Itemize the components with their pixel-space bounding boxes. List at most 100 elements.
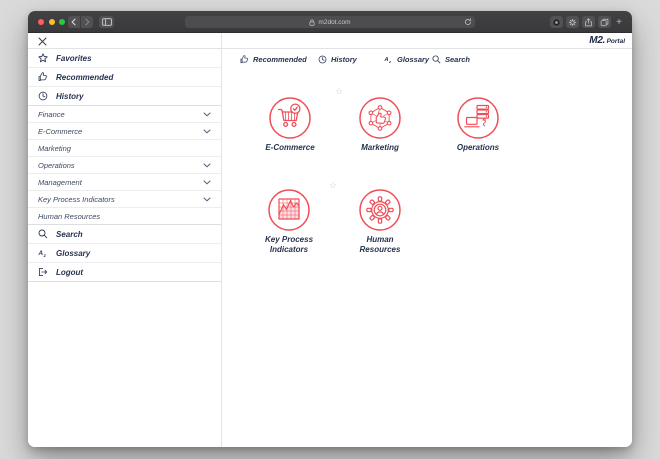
sidebar-item-human-resources[interactable]: Human Resources bbox=[28, 208, 221, 225]
clock-icon bbox=[38, 91, 48, 101]
tile-operations[interactable]: Operations bbox=[433, 96, 523, 153]
svg-text:z: z bbox=[388, 59, 391, 64]
sidebar-item-label: Management bbox=[38, 178, 82, 187]
tile-label: E-Commerce bbox=[255, 143, 325, 153]
chevron-left-icon bbox=[70, 18, 78, 26]
thumbs-up-icon bbox=[38, 72, 48, 82]
sidebar-item-label: Finance bbox=[38, 110, 65, 119]
sidebar-item-logout[interactable]: Logout bbox=[28, 263, 221, 282]
tab-history[interactable]: History bbox=[318, 53, 357, 65]
thumbs-up-icon bbox=[240, 55, 249, 64]
sidebar-item-search[interactable]: Search bbox=[28, 225, 221, 244]
sidebar-item-key-process-indicators[interactable]: Key Process Indicators bbox=[28, 191, 221, 208]
reload-icon bbox=[464, 18, 472, 26]
chevron-down-icon[interactable] bbox=[203, 197, 211, 202]
chevron-down-icon[interactable] bbox=[203, 112, 211, 117]
sidebar-item-label: Operations bbox=[38, 161, 75, 170]
reload-button[interactable] bbox=[464, 18, 472, 26]
forward-button[interactable] bbox=[81, 16, 93, 28]
tab-label: Glossary bbox=[397, 55, 429, 64]
tab-label: Search bbox=[445, 55, 470, 64]
star-icon bbox=[38, 53, 48, 63]
chevron-down-icon[interactable] bbox=[203, 129, 211, 134]
browser-window: m2dot.com bbox=[28, 11, 632, 447]
chart-grid-icon bbox=[267, 188, 311, 232]
sidebar-item-finance[interactable]: Finance bbox=[28, 106, 221, 123]
chevron-right-icon bbox=[83, 18, 91, 26]
extension-button[interactable] bbox=[550, 16, 563, 28]
svg-text:A: A bbox=[38, 250, 43, 257]
sidebar-item-history[interactable]: History bbox=[28, 87, 221, 106]
close-window-button[interactable] bbox=[38, 19, 44, 25]
sidebar-toggle-icon bbox=[102, 18, 112, 26]
tab-overview-button[interactable] bbox=[99, 16, 114, 28]
share-icon bbox=[584, 18, 593, 27]
shopping-cart-icon bbox=[268, 96, 312, 140]
tile-label: Operations bbox=[443, 143, 513, 153]
minimize-window-button[interactable] bbox=[49, 19, 55, 25]
sidebar-item-operations[interactable]: Operations bbox=[28, 157, 221, 174]
sidebar-item-favorites[interactable]: Favorites bbox=[28, 49, 221, 68]
chevron-down-icon[interactable] bbox=[203, 163, 211, 168]
favorite-star-icon[interactable]: ☆ bbox=[335, 87, 343, 96]
toolbar-buttons: + bbox=[550, 16, 624, 28]
devices-icon bbox=[456, 96, 500, 140]
sidebar-item-label: Search bbox=[56, 230, 83, 239]
network-thumb-icon bbox=[358, 96, 402, 140]
sidebar-item-recommended[interactable]: Recommended bbox=[28, 68, 221, 87]
sidebar-item-label: Marketing bbox=[38, 144, 71, 153]
sidebar-item-label: Human Resources bbox=[38, 212, 100, 221]
share-button[interactable] bbox=[582, 16, 595, 28]
tile-label: Human Resources bbox=[345, 235, 415, 255]
sidebar-item-label: Logout bbox=[56, 268, 83, 277]
zoom-window-button[interactable] bbox=[59, 19, 65, 25]
main-area: Recommended History A z Glossary Search … bbox=[222, 33, 632, 447]
tile-key-process-indicators[interactable]: Key Process Indicators bbox=[244, 188, 334, 255]
gear-person-icon bbox=[358, 188, 402, 232]
tabs-button[interactable] bbox=[598, 16, 611, 28]
sidebar: Favorites Recommended History Finance bbox=[28, 33, 222, 447]
tile-human-resources[interactable]: Human Resources bbox=[335, 188, 425, 255]
sidebar-item-e-commerce[interactable]: E-Commerce bbox=[28, 123, 221, 140]
app-logo: M2. Portal bbox=[589, 35, 625, 46]
logo-primary: M2. bbox=[589, 35, 605, 46]
extension-disc-icon bbox=[552, 18, 561, 27]
sidebar-item-label: Glossary bbox=[56, 249, 90, 258]
sidebar-item-marketing[interactable]: Marketing bbox=[28, 140, 221, 157]
new-tab-button[interactable]: + bbox=[614, 16, 624, 28]
sidebar-item-label: Favorites bbox=[56, 54, 92, 63]
glossary-az-icon: A z bbox=[38, 248, 48, 258]
svg-text:A: A bbox=[384, 57, 389, 63]
sidebar-item-management[interactable]: Management bbox=[28, 174, 221, 191]
lock-icon bbox=[309, 19, 315, 26]
sidebar-item-glossary[interactable]: A z Glossary bbox=[28, 244, 221, 263]
tile-label: Marketing bbox=[345, 143, 415, 153]
page-content: M2. Portal Favorites Recommended bbox=[28, 33, 632, 447]
sidebar-item-label: Recommended bbox=[56, 73, 113, 82]
tab-recommended[interactable]: Recommended bbox=[240, 53, 307, 65]
logout-icon bbox=[38, 267, 48, 277]
tile-label: Key Process Indicators bbox=[254, 235, 324, 255]
glossary-az-icon: A z bbox=[384, 55, 393, 64]
sidebar-item-label: History bbox=[56, 92, 84, 101]
tab-search[interactable]: Search bbox=[432, 53, 470, 65]
clock-icon bbox=[318, 55, 327, 64]
tile-marketing[interactable]: Marketing bbox=[335, 96, 425, 153]
close-menu-button[interactable] bbox=[38, 37, 47, 46]
search-icon bbox=[38, 229, 48, 239]
search-icon bbox=[432, 55, 441, 64]
address-bar[interactable]: m2dot.com bbox=[185, 16, 475, 28]
back-button[interactable] bbox=[68, 16, 80, 28]
tab-label: History bbox=[331, 55, 357, 64]
settings-button[interactable] bbox=[566, 16, 579, 28]
close-icon bbox=[38, 37, 47, 46]
svg-text:z: z bbox=[43, 253, 47, 258]
tabs-icon bbox=[600, 18, 609, 27]
page-header: M2. Portal bbox=[28, 33, 632, 49]
tab-glossary[interactable]: A z Glossary bbox=[384, 53, 429, 65]
tab-label: Recommended bbox=[253, 55, 307, 64]
chevron-down-icon[interactable] bbox=[203, 180, 211, 185]
sidebar-item-label: Key Process Indicators bbox=[38, 195, 115, 204]
tile-e-commerce[interactable]: E-Commerce bbox=[245, 96, 335, 153]
window-controls bbox=[38, 19, 65, 25]
